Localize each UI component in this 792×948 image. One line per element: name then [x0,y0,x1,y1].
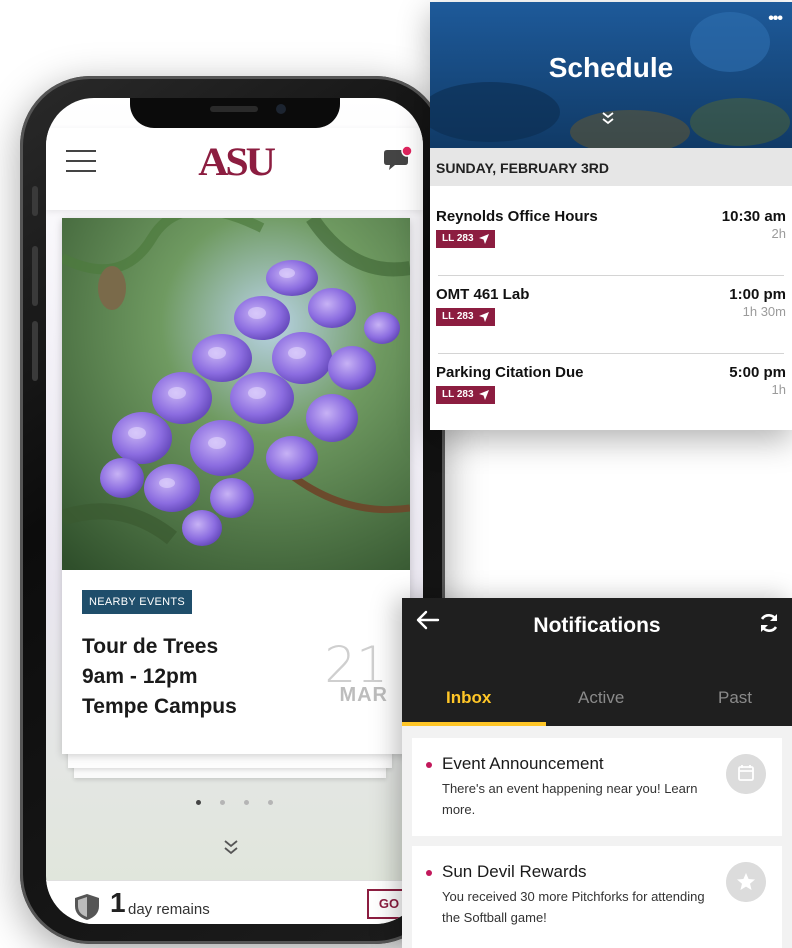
refresh-icon[interactable] [758,612,780,634]
schedule-header: ••• Schedule [430,2,792,148]
reminder-count: 1 [110,887,126,918]
unread-dot [426,762,432,768]
asu-logo: ASU [198,139,276,184]
schedule-item[interactable]: OMT 461 Lab LL 283 1:00 pm 1h 30m [430,276,792,354]
pager-dot[interactable] [220,800,225,805]
location-label: LL 283 [442,311,474,322]
event-title-line: Tour de Trees [82,635,219,658]
navigation-arrow-icon [478,234,489,244]
event-card[interactable]: NEARBY EVENTS Tour de Trees 9am - 12pm T… [62,218,410,754]
notifications-title: Notifications [533,614,661,637]
schedule-item-time: 5:00 pm [729,364,786,381]
carousel-pager [196,800,273,805]
schedule-item-duration: 1h 30m [742,304,786,319]
phone-notch [130,98,340,128]
navigation-arrow-icon [478,312,489,322]
pager-dot[interactable] [196,800,201,805]
pager-dot[interactable] [268,800,273,805]
phone-screen: ASU NEARBY EVENTS Tour de Trees 9am - 12… [46,98,423,924]
nearby-events-badge: NEARBY EVENTS [82,590,193,614]
location-label: LL 283 [442,389,474,400]
pager-dot[interactable] [244,800,249,805]
schedule-date-bar: SUNDAY, FEBRUARY 3RD [430,148,792,186]
schedule-date: SUNDAY, FEBRUARY 3RD [436,160,609,176]
notifications-header: Notifications Inbox Active Past [402,598,792,726]
notification-title: Sun Devil Rewards [442,862,587,881]
phone-mute-switch [32,186,38,216]
event-title: Tour de Trees 9am - 12pm Tempe Campus [82,632,237,722]
tab-active[interactable]: Active [578,688,624,708]
tab-inbox[interactable]: Inbox [446,688,491,708]
double-chevron-down-icon[interactable] [222,838,240,856]
schedule-item-time: 10:30 am [721,208,786,225]
app-header: ASU [46,128,423,210]
notification-body: You received 30 more Pitchforks for atte… [442,889,705,925]
menu-icon[interactable] [66,150,96,172]
double-chevron-down-icon[interactable] [600,110,616,126]
schedule-item-time: 1:00 pm [729,286,786,303]
notch-camera [276,104,286,114]
event-time-line: 9am - 12pm [82,665,198,688]
location-tag[interactable]: LL 283 [436,308,495,326]
active-tab-indicator [402,722,546,726]
navigation-arrow-icon [478,390,489,400]
reminder-bar: 1 day remains GO [46,880,423,924]
notification-item[interactable]: Sun Devil Rewards You received 30 more P… [412,846,782,948]
location-tag[interactable]: LL 283 [436,386,495,404]
calendar-icon[interactable] [726,754,766,794]
schedule-item-title: Parking Citation Due [436,364,584,381]
schedule-item[interactable]: Parking Citation Due LL 283 5:00 pm 1h [430,354,792,430]
notification-title: Event Announcement [442,754,604,773]
notch-speaker [210,106,258,112]
unread-dot [426,870,432,876]
schedule-panel: ••• Schedule SUNDAY, FEBRUARY 3RD Reynol… [430,2,792,430]
schedule-title: Schedule [548,52,674,83]
reminder-text: day remains [128,901,210,918]
schedule-item-title: Reynolds Office Hours [436,208,598,225]
event-location-line: Tempe Campus [82,695,237,718]
unread-dot [401,146,412,157]
notification-item[interactable]: Event Announcement There's an event happ… [412,738,782,836]
location-tag[interactable]: LL 283 [436,230,495,248]
shield-icon [75,894,99,920]
schedule-item-title: OMT 461 Lab [436,286,530,303]
chat-icon[interactable] [384,146,412,172]
schedule-item-duration: 2h [771,226,786,241]
location-label: LL 283 [442,233,474,244]
notifications-panel: Notifications Inbox Active Past Event An… [402,598,792,948]
schedule-item[interactable]: Reynolds Office Hours LL 283 10:30 am 2h [430,198,792,276]
notification-body: There's an event happening near you! Lea… [442,781,698,817]
phone-volume-up [32,246,38,306]
tab-past[interactable]: Past [718,688,752,708]
schedule-item-duration: 1h [771,382,786,397]
event-photo [62,218,410,570]
phone-mockup: ASU NEARBY EVENTS Tour de Trees 9am - 12… [20,76,445,944]
star-icon[interactable] [726,862,766,902]
more-options-icon[interactable]: ••• [768,10,783,28]
phone-volume-down [32,321,38,381]
event-date-month: MAR [339,684,388,706]
